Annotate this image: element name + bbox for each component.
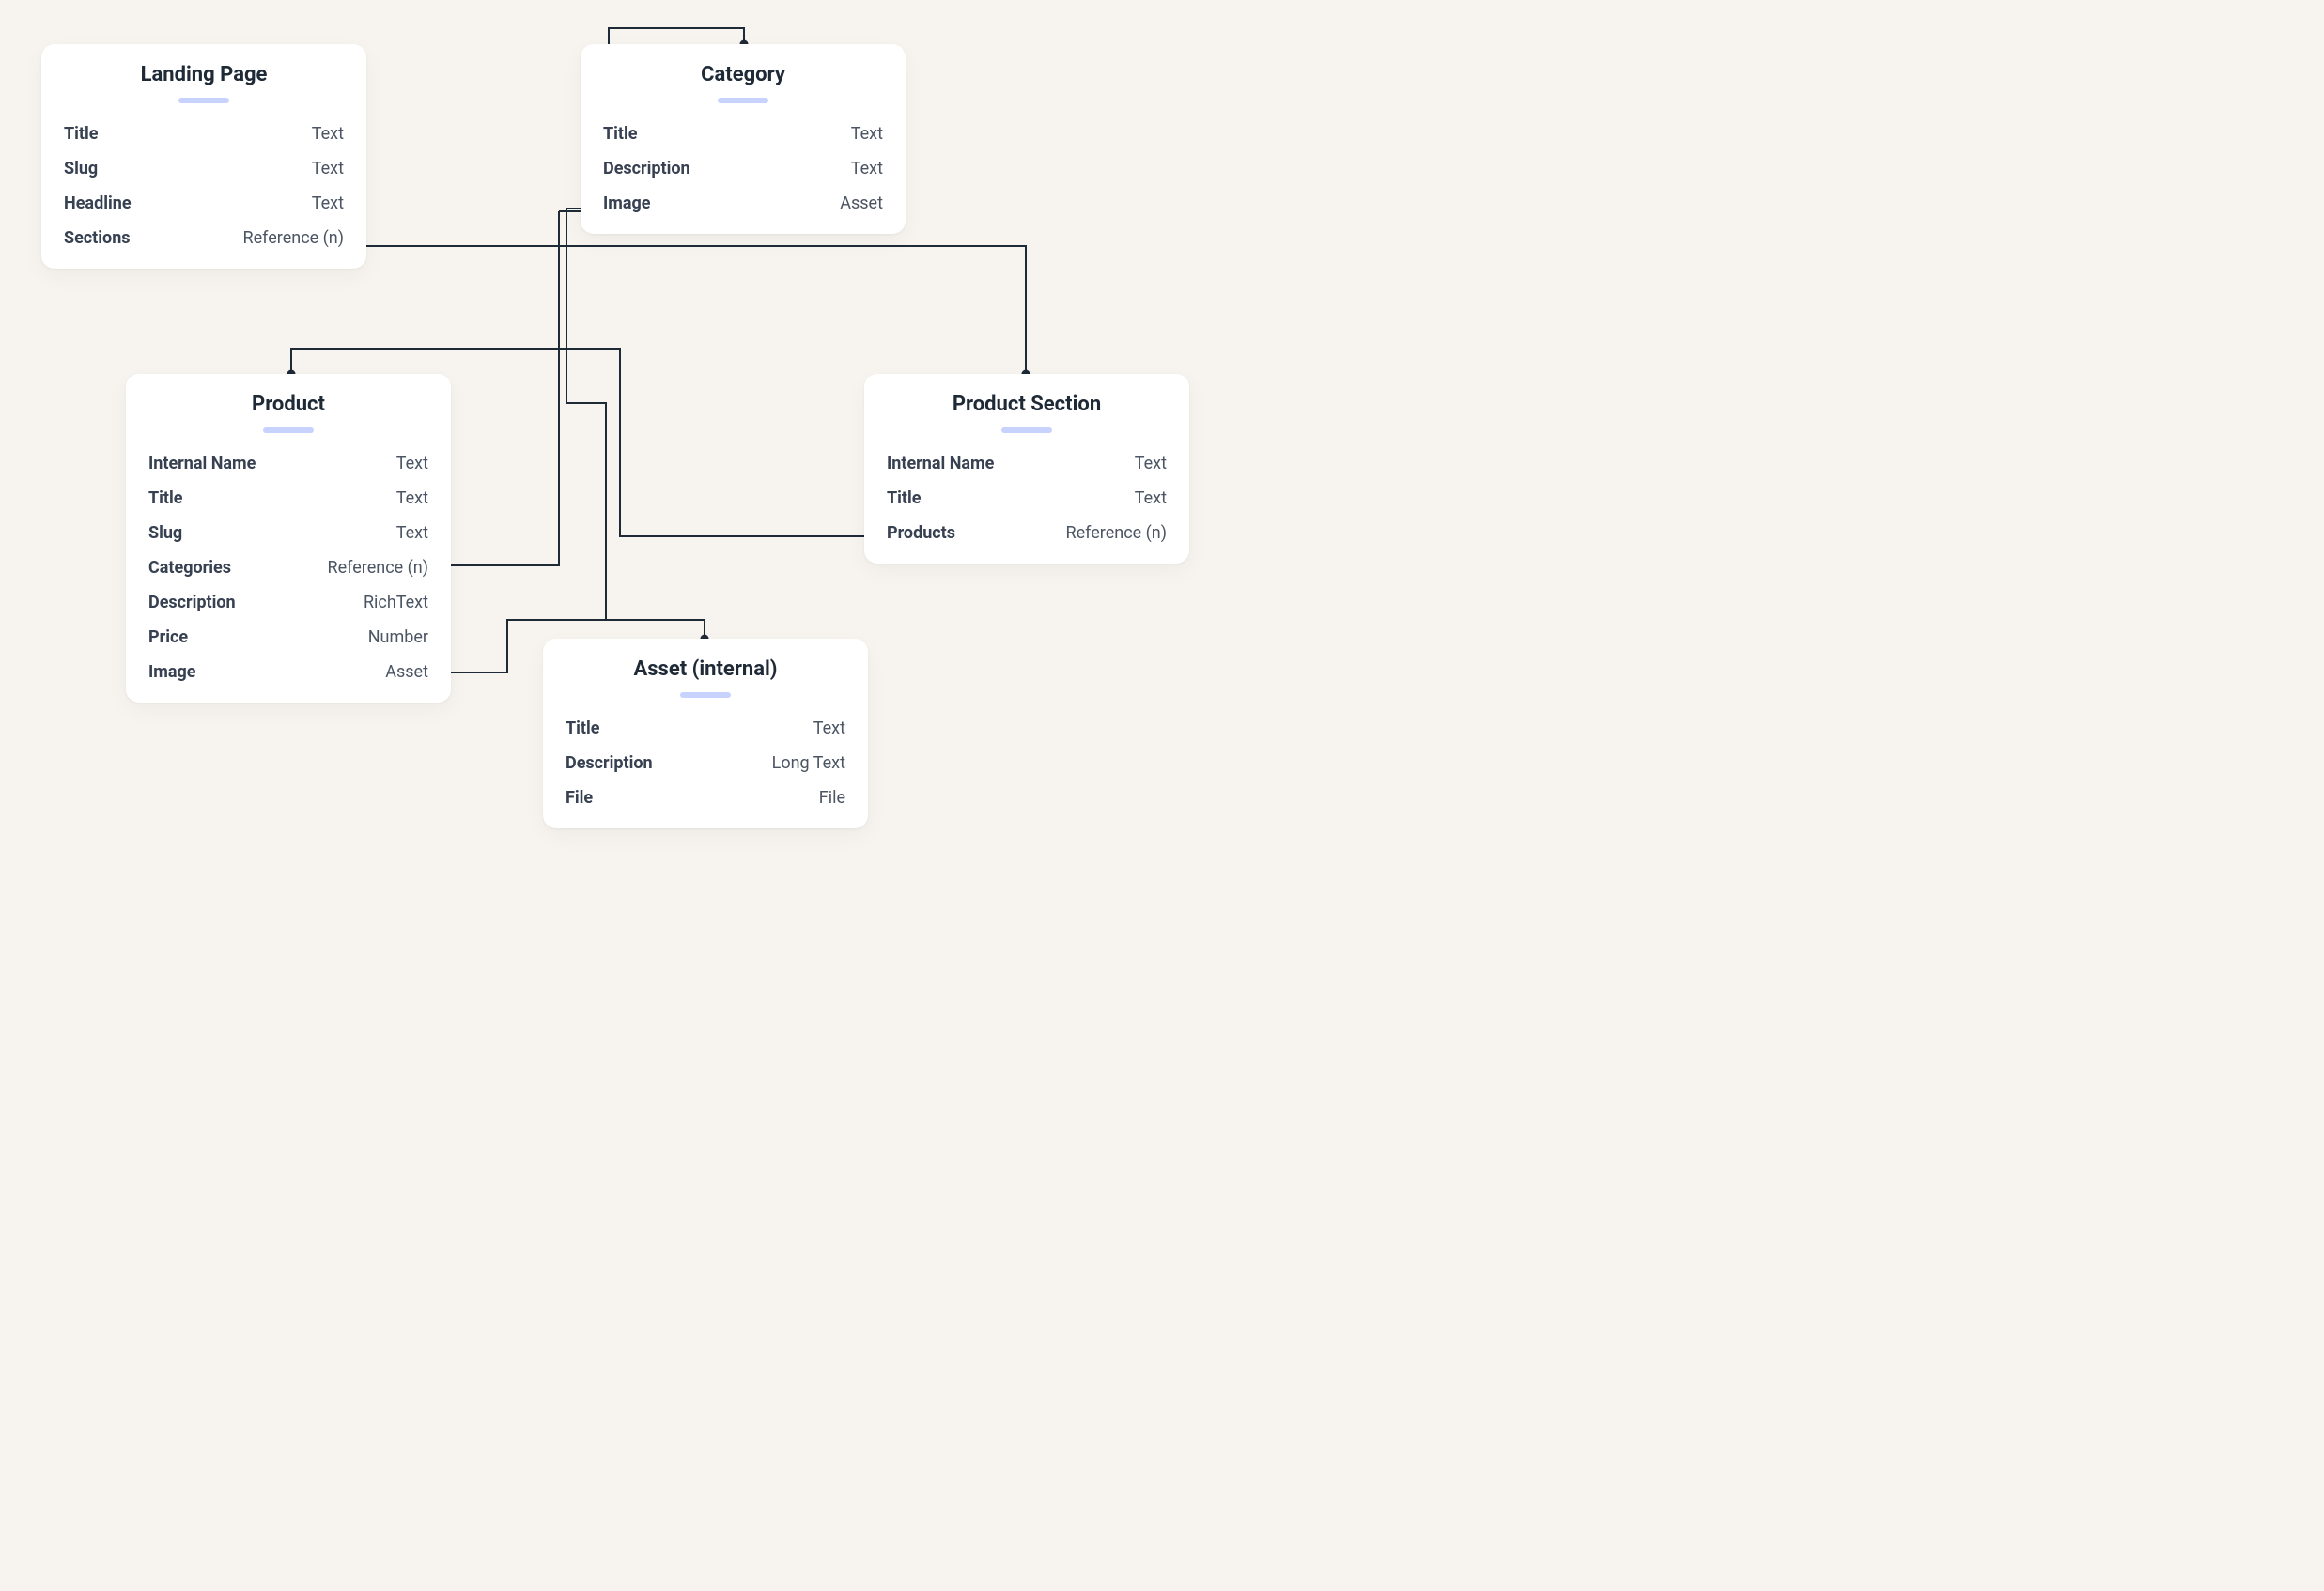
field-name: Headline [64,193,132,213]
field-type: Text [312,124,344,144]
field-row[interactable]: Headline Text [62,186,346,221]
field-row[interactable]: Slug Text [62,151,346,186]
field-row[interactable]: Internal Name Text [885,446,1169,481]
accent-bar [680,692,731,698]
field-row[interactable]: Description Text [601,151,885,186]
field-type: Long Text [772,753,845,773]
field-type: Number [368,627,428,647]
accent-bar [263,427,314,433]
field-type: Text [813,718,845,738]
field-row[interactable]: Title Text [564,711,847,746]
field-name: Title [887,488,922,508]
field-row[interactable]: Sections Reference (n) [62,221,346,255]
field-type: File [819,788,845,808]
field-name: Image [603,193,651,213]
field-row[interactable]: Slug Text [147,516,430,550]
field-name: Internal Name [148,454,256,473]
field-type: Text [1135,454,1167,473]
diagram-canvas: Landing Page Title Text Slug Text Headline Te… [0,0,1240,849]
field-row[interactable]: Price Number [147,620,430,655]
field-type: Text [1135,488,1167,508]
field-list: Title Text Description Long Text File File [564,711,847,815]
field-name: Internal Name [887,454,994,473]
field-type: Text [851,124,883,144]
accent-bar [178,98,229,103]
field-type: Text [396,523,428,543]
node-title: Category [601,63,885,86]
field-row[interactable]: Products Reference (n) [885,516,1169,550]
accent-bar [718,98,768,103]
field-row[interactable]: Internal Name Text [147,446,430,481]
field-row[interactable]: Image Asset [601,186,885,221]
field-type: Asset [840,193,883,213]
field-row[interactable]: Categories Reference (n) [147,550,430,585]
field-type: Asset [385,662,428,682]
field-name: Title [566,718,600,738]
accent-bar [1001,427,1052,433]
field-name: Sections [64,228,131,248]
field-row[interactable]: Title Text [601,116,885,151]
field-type: Text [396,454,428,473]
field-type: Text [312,193,344,213]
field-type: Reference (n) [328,558,428,578]
connector-line [451,211,581,565]
node-category[interactable]: Category Title Text Description Text Image As… [581,44,906,234]
field-type: Reference (n) [243,228,344,248]
field-name: Title [603,124,638,144]
field-row[interactable]: File File [564,780,847,815]
field-name: Price [148,627,188,647]
node-product-section[interactable]: Product Section Internal Name Text Title Te… [864,374,1189,564]
connector-line [566,209,705,639]
field-row[interactable]: Title Text [885,481,1169,516]
field-type: Reference (n) [1066,523,1167,543]
field-name: Title [148,488,183,508]
field-name: Products [887,523,955,543]
field-name: Image [148,662,196,682]
field-row[interactable]: Description RichText [147,585,430,620]
field-row[interactable]: Description Long Text [564,746,847,780]
node-title: Product [147,393,430,416]
field-name: Slug [148,523,182,543]
field-name: Description [603,159,690,178]
field-name: Title [64,124,99,144]
node-title: Product Section [885,393,1169,416]
field-name: File [566,788,593,808]
field-row[interactable]: Image Asset [147,655,430,689]
field-name: Categories [148,558,231,578]
field-type: Text [312,159,344,178]
field-name: Description [566,753,653,773]
field-row[interactable]: Title Text [147,481,430,516]
field-name: Slug [64,159,98,178]
field-type: Text [851,159,883,178]
node-title: Landing Page [62,63,346,86]
node-title: Asset (internal) [564,657,847,681]
field-list: Title Text Description Text Image Asset [601,116,885,221]
node-product[interactable]: Product Internal Name Text Title Text Slug Te… [126,374,451,703]
node-landing-page[interactable]: Landing Page Title Text Slug Text Headline Te… [41,44,366,269]
node-asset[interactable]: Asset (internal) Title Text Description Lon… [543,639,868,828]
field-row[interactable]: Title Text [62,116,346,151]
field-list: Internal Name Text Title Text Slug Text Catego… [147,446,430,689]
field-type: RichText [364,593,428,612]
field-list: Title Text Slug Text Headline Text Sections Ref… [62,116,346,255]
field-name: Description [148,593,236,612]
connector-line [366,246,1026,374]
field-list: Internal Name Text Title Text Products Refere… [885,446,1169,550]
field-type: Text [396,488,428,508]
connector-line [609,28,744,44]
